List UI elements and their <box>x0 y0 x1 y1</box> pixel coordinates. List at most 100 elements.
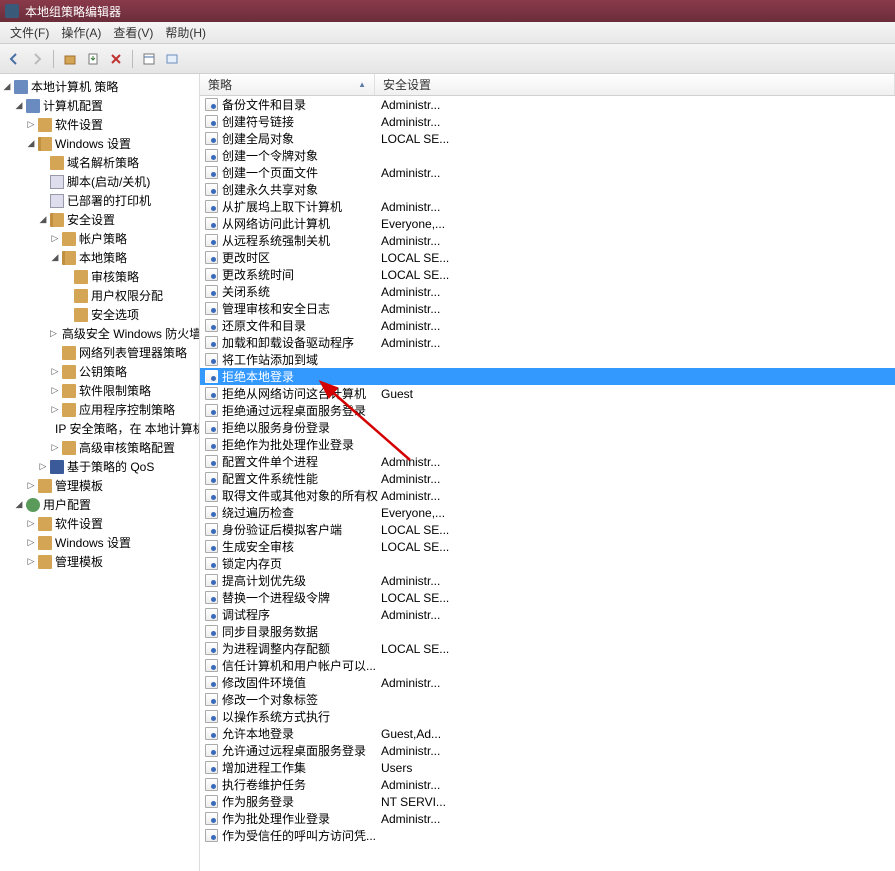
policy-row[interactable]: 信任计算机和用户帐户可以... <box>200 657 895 674</box>
policy-icon <box>205 183 218 196</box>
policy-row[interactable]: 创建永久共享对象 <box>200 181 895 198</box>
tree-software-restrict[interactable]: ▷软件限制策略 <box>2 381 197 400</box>
policy-row[interactable]: 还原文件和目录Administr... <box>200 317 895 334</box>
policy-row[interactable]: 修改一个对象标签 <box>200 691 895 708</box>
tree-user-config[interactable]: ◢用户配置 <box>2 495 197 514</box>
tree-security-options[interactable]: 安全选项 <box>2 305 197 324</box>
policy-row[interactable]: 拒绝从网络访问这台计算机Guest <box>200 385 895 402</box>
menu-file[interactable]: 文件(F) <box>4 24 55 41</box>
help-button[interactable] <box>162 49 182 69</box>
policy-row[interactable]: 绕过遍历检查Everyone,... <box>200 504 895 521</box>
policy-row[interactable]: 拒绝通过远程桌面服务登录 <box>200 402 895 419</box>
policy-row[interactable]: 管理审核和安全日志Administr... <box>200 300 895 317</box>
policy-setting: LOCAL SE... <box>379 540 895 554</box>
tree-public-key[interactable]: ▷公钥策略 <box>2 362 197 381</box>
tree-computer-config[interactable]: ◢计算机配置 <box>2 96 197 115</box>
policy-row[interactable]: 从网络访问此计算机Everyone,... <box>200 215 895 232</box>
list-header: 策略▲ 安全设置 <box>200 74 895 96</box>
policy-row[interactable]: 增加进程工作集Users <box>200 759 895 776</box>
policy-row[interactable]: 身份验证后模拟客户端LOCAL SE... <box>200 521 895 538</box>
export-button[interactable] <box>83 49 103 69</box>
menu-help[interactable]: 帮助(H) <box>159 24 212 41</box>
policy-row[interactable]: 创建全局对象LOCAL SE... <box>200 130 895 147</box>
tree-scripts[interactable]: 脚本(启动/关机) <box>2 172 197 191</box>
policy-icon <box>205 591 218 604</box>
tree-windows-settings[interactable]: ◢Windows 设置 <box>2 134 197 153</box>
policy-setting: Everyone,... <box>379 506 895 520</box>
policy-row[interactable]: 创建一个令牌对象 <box>200 147 895 164</box>
tree-account-policies[interactable]: ▷帐户策略 <box>2 229 197 248</box>
tree-windows-settings-2[interactable]: ▷Windows 设置 <box>2 533 197 552</box>
tree-root[interactable]: ◢本地计算机 策略 <box>2 77 197 96</box>
policy-setting: Administr... <box>379 676 895 690</box>
column-policy[interactable]: 策略▲ <box>200 74 375 95</box>
tree-network-list[interactable]: 网络列表管理器策略 <box>2 343 197 362</box>
policy-setting: Administr... <box>379 744 895 758</box>
tree-policy-qos[interactable]: ▷基于策略的 QoS <box>2 457 197 476</box>
policy-row[interactable]: 备份文件和目录Administr... <box>200 96 895 113</box>
tree-local-policies[interactable]: ◢本地策略 <box>2 248 197 267</box>
policy-row[interactable]: 允许本地登录Guest,Ad... <box>200 725 895 742</box>
nav-tree[interactable]: ◢本地计算机 策略 ◢计算机配置 ▷软件设置 ◢Windows 设置 域名解析策… <box>0 74 200 871</box>
policy-name: 作为受信任的呼叫方访问凭... <box>222 827 379 844</box>
policy-row[interactable]: 更改时区LOCAL SE... <box>200 249 895 266</box>
back-button[interactable] <box>4 49 24 69</box>
policy-row[interactable]: 取得文件或其他对象的所有权Administr... <box>200 487 895 504</box>
menu-view[interactable]: 查看(V) <box>107 24 159 41</box>
tree-name-resolution[interactable]: 域名解析策略 <box>2 153 197 172</box>
policy-row[interactable]: 锁定内存页 <box>200 555 895 572</box>
tree-admin-templates[interactable]: ▷管理模板 <box>2 476 197 495</box>
forward-button[interactable] <box>27 49 47 69</box>
tree-admin-templates-2[interactable]: ▷管理模板 <box>2 552 197 571</box>
policy-icon <box>205 115 218 128</box>
policy-row[interactable]: 同步目录服务数据 <box>200 623 895 640</box>
tree-deployed-printers[interactable]: 已部署的打印机 <box>2 191 197 210</box>
tree-software-settings[interactable]: ▷软件设置 <box>2 115 197 134</box>
policy-name: 配置文件单个进程 <box>222 453 379 470</box>
tree-ip-security[interactable]: IP 安全策略，在 本地计算机 <box>2 419 197 438</box>
policy-row[interactable]: 允许通过远程桌面服务登录Administr... <box>200 742 895 759</box>
policy-row[interactable]: 拒绝以服务身份登录 <box>200 419 895 436</box>
policy-row[interactable]: 配置文件单个进程Administr... <box>200 453 895 470</box>
tree-software-settings-2[interactable]: ▷软件设置 <box>2 514 197 533</box>
policy-row[interactable]: 调试程序Administr... <box>200 606 895 623</box>
column-setting[interactable]: 安全设置 <box>375 74 895 95</box>
policy-icon <box>205 149 218 162</box>
policy-row[interactable]: 作为批处理作业登录Administr... <box>200 810 895 827</box>
policy-icon <box>205 98 218 111</box>
policy-icon <box>205 404 218 417</box>
delete-button[interactable] <box>106 49 126 69</box>
policy-setting: LOCAL SE... <box>379 268 895 282</box>
policy-row[interactable]: 修改固件环境值Administr... <box>200 674 895 691</box>
policy-row[interactable]: 将工作站添加到域 <box>200 351 895 368</box>
policy-row[interactable]: 配置文件系统性能Administr... <box>200 470 895 487</box>
policy-list[interactable]: 策略▲ 安全设置 备份文件和目录Administr...创建符号链接Admini… <box>200 74 895 871</box>
tree-adv-firewall[interactable]: ▷高级安全 Windows 防火墙 <box>2 324 197 343</box>
menu-action[interactable]: 操作(A) <box>55 24 107 41</box>
policy-row[interactable]: 创建符号链接Administr... <box>200 113 895 130</box>
policy-row[interactable]: 拒绝作为批处理作业登录 <box>200 436 895 453</box>
policy-row[interactable]: 从远程系统强制关机Administr... <box>200 232 895 249</box>
policy-row[interactable]: 作为服务登录NT SERVI... <box>200 793 895 810</box>
policy-row[interactable]: 为进程调整内存配额LOCAL SE... <box>200 640 895 657</box>
up-button[interactable] <box>60 49 80 69</box>
policy-row[interactable]: 创建一个页面文件Administr... <box>200 164 895 181</box>
policy-row[interactable]: 作为受信任的呼叫方访问凭... <box>200 827 895 844</box>
policy-row[interactable]: 从扩展坞上取下计算机Administr... <box>200 198 895 215</box>
policy-row[interactable]: 加载和卸载设备驱动程序Administr... <box>200 334 895 351</box>
tree-app-control[interactable]: ▷应用程序控制策略 <box>2 400 197 419</box>
policy-row[interactable]: 以操作系统方式执行 <box>200 708 895 725</box>
policy-row[interactable]: 执行卷维护任务Administr... <box>200 776 895 793</box>
policy-setting: Administr... <box>379 200 895 214</box>
properties-button[interactable] <box>139 49 159 69</box>
policy-row[interactable]: 生成安全审核LOCAL SE... <box>200 538 895 555</box>
tree-user-rights[interactable]: 用户权限分配 <box>2 286 197 305</box>
tree-security-settings[interactable]: ◢安全设置 <box>2 210 197 229</box>
tree-audit-policy[interactable]: 审核策略 <box>2 267 197 286</box>
tree-adv-audit[interactable]: ▷高级审核策略配置 <box>2 438 197 457</box>
policy-row[interactable]: 提高计划优先级Administr... <box>200 572 895 589</box>
policy-row[interactable]: 关闭系统Administr... <box>200 283 895 300</box>
policy-row[interactable]: 拒绝本地登录 <box>200 368 895 385</box>
policy-row[interactable]: 替换一个进程级令牌LOCAL SE... <box>200 589 895 606</box>
policy-row[interactable]: 更改系统时间LOCAL SE... <box>200 266 895 283</box>
